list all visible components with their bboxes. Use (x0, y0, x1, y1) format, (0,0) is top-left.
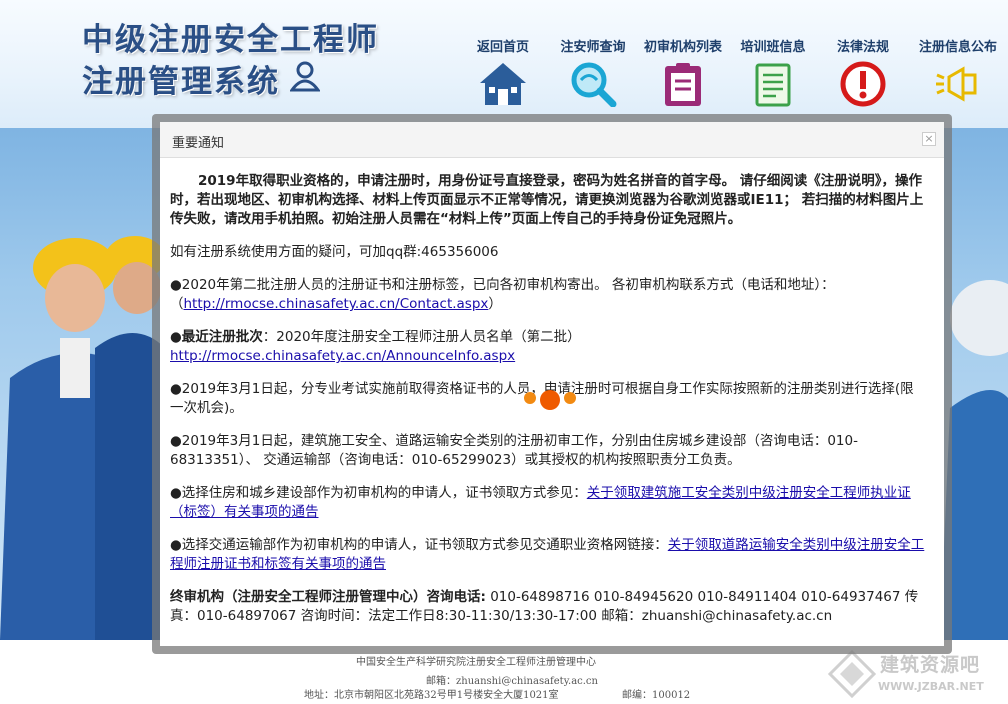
header: 中级注册安全工程师 注册管理系统 返回首页 注安师查询 初审机构列表 培训班信息… (0, 0, 1008, 128)
nav-laws[interactable]: 法律法规 (823, 36, 903, 116)
footer-address: 地址：北京市朝阳区北苑路32号甲1号楼安全大厦1021室 (304, 690, 559, 701)
system-title-line2: 注册管理系统 (82, 64, 280, 100)
notice-final-review-contact: 终审机构（注册安全工程师注册管理中心）咨询电话: 010-64898716 01… (170, 588, 926, 626)
modal-title: 重要通知 (172, 136, 225, 151)
nav-review-agencies-label: 初审机构列表 (643, 40, 722, 55)
notice-item-latest-batch: ●最近注册批次：2020年度注册安全工程师注册人员名单（第二批） http://r… (170, 328, 926, 366)
notice-intro: 2019年取得职业资格的，申请注册时，用身份证号直接登录，密码为姓名拼音的首字母… (170, 173, 924, 227)
modal-header: 重要通知 × (160, 122, 944, 158)
notice-item-construction-text: ●选择住房和城乡建设部作为初审机构的申请人，证书领取方式参见： (170, 485, 587, 501)
nav-home-label: 返回首页 (476, 40, 529, 55)
notice-item-construction: ●选择住房和城乡建设部作为初审机构的申请人，证书领取方式参见：关于领取建筑施工安… (170, 484, 926, 522)
clipboard-icon (665, 63, 701, 106)
notice-item-transport: ●选择交通运输部作为初审机构的申请人，证书领取方式参见交通职业资格网链接：关于领… (170, 536, 926, 574)
notice-item-certificates: ●2020年第二批注册人员的注册证书和注册标签，已向各初审机构寄出。 各初审机构… (170, 276, 926, 314)
house-icon (480, 63, 526, 105)
nav-engineer-search[interactable]: 注安师查询 (553, 36, 633, 116)
latest-batch-text: ：2020年度注册安全工程师注册人员名单（第二批） (262, 329, 581, 345)
nav-engineer-search-label: 注安师查询 (560, 40, 626, 55)
notice-item-review-agencies: ●2019年3月1日起，建筑施工安全、道路运输安全类别的注册初审工作，分别由住房… (170, 433, 858, 468)
watermark-url: WWW.JZBAR.NET (878, 680, 984, 693)
nav-training-label: 培训班信息 (740, 40, 806, 55)
notice-qq-group: 如有注册系统使用方面的疑问，可加qq群:465356006 (170, 244, 499, 260)
megaphone-icon (936, 66, 977, 102)
nav-review-agencies[interactable]: 初审机构列表 (643, 36, 723, 116)
notice-modal: 重要通知 × 2019年取得职业资格的，申请注册时，用身份证号直接登录，密码为姓… (152, 114, 952, 654)
notice-item-transport-text: ●选择交通运输部作为初审机构的申请人，证书领取方式参见交通职业资格网链接： (170, 537, 668, 553)
footer-org: 中国安全生产科学研究院注册安全工程师注册管理中心 (356, 657, 596, 668)
latest-batch-label: ●最近注册批次 (170, 329, 263, 345)
announce-info-link[interactable]: http://rmocse.chinasafety.ac.cn/Announce… (170, 348, 515, 364)
user-icon (290, 61, 320, 92)
final-review-label: 终审机构（注册安全工程师注册管理中心）咨询电话: (170, 589, 486, 605)
nav-home[interactable]: 返回首页 (463, 36, 543, 116)
nav-laws-label: 法律法规 (836, 40, 889, 55)
footer-email: 邮箱：zhuanshi@chinasafety.ac.cn (426, 676, 598, 687)
alert-icon (840, 61, 886, 107)
contact-link[interactable]: http://rmocse.chinasafety.ac.cn/Contact.… (184, 296, 489, 312)
watermark-text: 建筑资源吧 (880, 654, 981, 676)
nav-registration-publish[interactable]: 注册信息公布 (918, 36, 998, 116)
system-title-line1: 中级注册安全工程师 (82, 22, 379, 58)
notice-item-certificates-end: ） (488, 296, 502, 312)
loading-spinner-icon (524, 390, 576, 410)
close-button[interactable]: × (922, 132, 936, 146)
notice-modal-content: 重要通知 × 2019年取得职业资格的，申请注册时，用身份证号直接登录，密码为姓… (160, 122, 944, 646)
footer-zipcode: 邮编：100012 (622, 690, 691, 701)
nav-training[interactable]: 培训班信息 (733, 36, 813, 116)
nav-registration-publish-label: 注册信息公布 (918, 40, 997, 55)
magnifier-icon (571, 62, 617, 108)
document-icon (755, 63, 791, 107)
